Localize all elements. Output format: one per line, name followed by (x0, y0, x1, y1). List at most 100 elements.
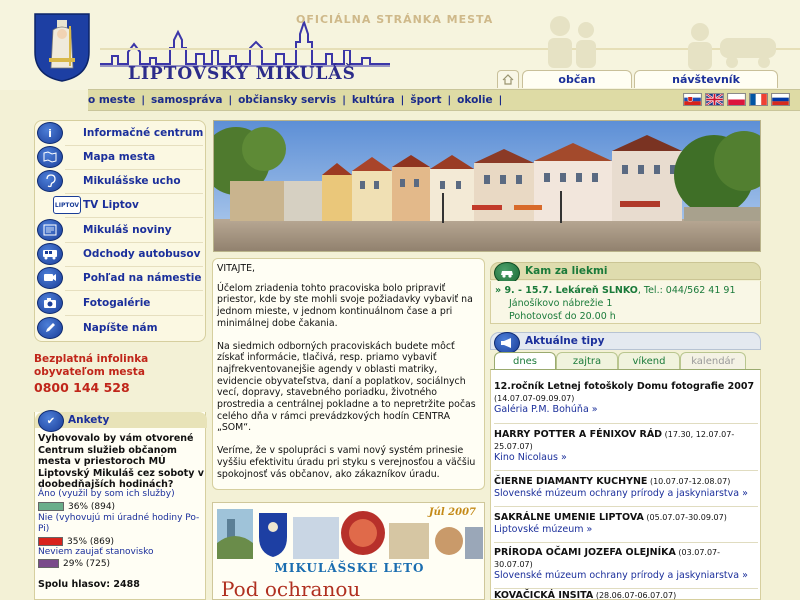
tips-title: Aktuálne tipy (525, 335, 605, 347)
ballot-icon: ✔ (38, 410, 64, 432)
poll-result-row: 29% (725) (38, 558, 110, 569)
sidebar-item-pohlad-na-namestie[interactable]: Pohľad na námestie (35, 266, 207, 290)
summer-festival-banner[interactable]: Júl 2007 MIKULÁŠSKE LETO Pod ochranou (212, 502, 485, 600)
flag-uk-icon[interactable] (705, 93, 724, 106)
tip-title[interactable]: HARRY POTTER A FÉNIXOV RÁD (494, 429, 662, 440)
nav-separator: | (228, 94, 233, 106)
tab-citizen[interactable]: občan (522, 70, 632, 88)
nav-item-obciansky-servis[interactable]: občiansky servis (238, 94, 336, 106)
tip-place-link[interactable]: Slovenské múzeum ochrany prírody a jasky… (494, 488, 748, 499)
city-name-logo[interactable]: LIPTOVSKÝ MIKULÁŠ (128, 64, 356, 84)
sidebar-item-label: Odchody autobusov (83, 248, 201, 260)
sidebar-item-mapa-mesta[interactable]: Mapa mesta (35, 145, 207, 169)
sidebar-item-label: Fotogalérie (83, 297, 151, 309)
banner-month: Júl 2007 (428, 507, 476, 518)
nav-separator: | (400, 94, 405, 106)
sidebar-item-label: Napíšte nám (83, 322, 158, 334)
list-item: 12.ročník Letnej fotoškoly Domu fotograf… (494, 381, 758, 416)
poll-question: Vyhovovalo by vám otvorené Centrum služi… (38, 433, 204, 490)
tip-divider (494, 588, 758, 589)
poll-option-undecided[interactable]: Neviem zaujať stanovisko (38, 547, 204, 558)
flag-polish-icon[interactable] (727, 93, 746, 106)
list-item: PRÍRODA OČAMI JOZEFA OLEJNÍKA (03.07.07-… (494, 547, 758, 582)
tab-today[interactable]: dnes (494, 352, 556, 369)
home-icon (502, 74, 514, 85)
tip-date: (14.07.07-09.09.07) (494, 393, 575, 403)
pharmacy-details: » 9. - 15.7. Lekáreň SLNKO, Tel.: 044/56… (490, 281, 761, 324)
sidebar-item-label: Pohľad na námestie (83, 272, 202, 284)
welcome-title: VITAJTE, (217, 263, 255, 274)
poll-header: ✔ Ankety (35, 410, 207, 432)
tip-place-link[interactable]: Galéria P.M. Bohúňa » (494, 404, 598, 415)
hotline-info: Bezplatná infolinka obyvateľom mesta 080… (34, 353, 206, 395)
newspaper-icon (37, 219, 63, 241)
list-item: ČIERNE DIAMANTY KUCHYNE (10.07.07-12.08.… (494, 476, 758, 499)
tip-title[interactable]: 12.ročník Letnej fotoškoly Domu fotograf… (494, 381, 754, 392)
tab-visitor[interactable]: návštevník (634, 70, 778, 88)
tab-calendar[interactable]: kalendár (680, 352, 746, 369)
hotline-label-line1: Bezplatná infolinka (34, 353, 149, 365)
poll-box: ✔ Ankety Vyhovovalo by vám otvorené Cent… (34, 410, 207, 600)
sidebar-item-label: Mikuláš noviny (83, 224, 172, 236)
poll-result-value: 35% (869) (67, 536, 115, 547)
tip-title[interactable]: PRÍRODA OČAMI JOZEFA OLEJNÍKA (494, 547, 676, 558)
bus-icon (37, 243, 63, 265)
hotline-number: 0800 144 528 (34, 380, 130, 395)
tip-place-link[interactable]: Liptovské múzeum » (494, 524, 592, 535)
nav-item-sport[interactable]: šport (410, 94, 441, 106)
tip-divider (494, 542, 758, 543)
list-item: KOVAČICKÁ INSITA (28.06.07-06.07.07) (494, 590, 758, 600)
poll-option-no[interactable]: Nie (vyhovujú mi úradné hodiny Po-Pi) (38, 513, 204, 535)
tips-list: 12.ročník Letnej fotoškoly Domu fotograf… (490, 369, 761, 600)
sidebar-item-napiste-nam[interactable]: Napíšte nám (35, 316, 207, 340)
nav-item-kultura[interactable]: kultúra (352, 94, 395, 106)
sidebar-item-tv-liptov[interactable]: LIPTOV TV Liptov (35, 193, 207, 217)
tip-date: (10.07.07-12.08.07) (647, 477, 731, 486)
language-flags (683, 93, 790, 106)
banner-subtitle: Pod ochranou (221, 577, 361, 600)
welcome-paragraph: Veríme, že v spolupráci s vami nový syst… (217, 445, 476, 480)
nav-item-samosprava[interactable]: samospráva (151, 94, 222, 106)
tip-title[interactable]: KOVAČICKÁ INSITA (494, 590, 593, 600)
main-navigation: o meste | samospráva | občiansky servis … (88, 89, 800, 111)
town-square-photo (213, 120, 761, 252)
sidebar-item-informacne-centrum[interactable]: i Informačné centrum (35, 121, 207, 145)
nav-separator: | (342, 94, 346, 106)
poll-option-yes[interactable]: Áno (využil by som ich služby) (38, 489, 204, 500)
ear-icon (37, 170, 63, 192)
camera-icon (37, 292, 63, 314)
tip-title[interactable]: ČIERNE DIAMANTY KUCHYNE (494, 476, 647, 487)
home-tab[interactable] (497, 70, 519, 88)
sidebar-item-mikulasske-ucho[interactable]: Mikulášske ucho (35, 169, 207, 193)
tip-title[interactable]: SAKRÁLNE UMENIE LIPTOVA (494, 512, 644, 523)
flag-french-icon[interactable] (749, 93, 768, 106)
flag-russian-icon[interactable] (771, 93, 790, 106)
pharmacy-hours: Pohotovosť do 20.00 h (509, 311, 616, 322)
tip-divider (494, 423, 758, 424)
tips-tabs: dnes zajtra víkend kalendár (490, 351, 761, 369)
poll-total: Spolu hlasov: 2488 (38, 579, 140, 590)
nav-separator: | (447, 94, 452, 106)
tip-divider (494, 470, 758, 471)
tip-place-link[interactable]: Slovenské múzeum ochrany prírody a jasky… (494, 570, 748, 581)
nav-item-o-meste[interactable]: o meste (88, 94, 135, 106)
nav-item-okolie[interactable]: okolie (457, 94, 492, 106)
tip-divider (494, 506, 758, 507)
sidebar-item-fotogalerie[interactable]: Fotogalérie (35, 291, 207, 315)
sidebar-item-odchody-autobusov[interactable]: Odchody autobusov (35, 242, 207, 266)
tip-place-link[interactable]: Kino Nicolaus » (494, 452, 567, 463)
poll-result-value: 29% (725) (63, 558, 111, 569)
hotline-label-line2: obyvateľom mesta (34, 366, 145, 378)
coat-of-arms-icon[interactable] (33, 12, 91, 82)
tab-tomorrow[interactable]: zajtra (556, 352, 618, 369)
site-slogan: OFICIÁLNA STRÁNKA MESTA (296, 13, 494, 26)
tab-weekend[interactable]: víkend (618, 352, 680, 369)
pharmacy-name-link[interactable]: » 9. - 15.7. Lekáreň SLNKO (495, 285, 638, 296)
poll-result-row: 35% (869) (38, 536, 114, 547)
nav-separator: | (141, 94, 145, 106)
sidebar-item-mikulas-noviny[interactable]: Mikuláš noviny (35, 218, 207, 242)
town-square-illustration (214, 121, 760, 251)
info-icon: i (37, 122, 63, 144)
flag-slovak-icon[interactable] (683, 93, 702, 106)
tips-header: Aktuálne tipy (490, 332, 761, 354)
